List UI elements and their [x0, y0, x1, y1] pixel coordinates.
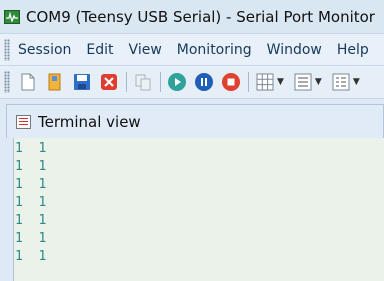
pause-icon[interactable] [194, 72, 214, 92]
menu-monitoring[interactable]: Monitoring [177, 42, 252, 58]
toolbar: ▼ ▼ ▼ [0, 65, 384, 99]
menu-window[interactable]: Window [267, 42, 322, 58]
start-icon[interactable] [167, 72, 187, 92]
layout-grid-icon[interactable] [255, 72, 275, 92]
copy-icon[interactable] [133, 72, 153, 92]
title-bar: COM9 (Teensy USB Serial) - Serial Port M… [0, 0, 384, 33]
terminal-line: 1 1 [15, 249, 47, 264]
toolbar-grip-icon[interactable] [4, 71, 10, 93]
view-dropdown-chevron-icon[interactable]: ▼ [315, 77, 322, 87]
menu-session[interactable]: Session [18, 42, 71, 58]
toolbar-separator [126, 72, 127, 92]
menu-view[interactable]: View [129, 42, 162, 58]
terminal-icon [16, 114, 31, 129]
close-session-icon[interactable] [99, 72, 119, 92]
terminal-output[interactable]: 1 1 1 1 1 1 1 1 1 1 1 1 1 1 [13, 138, 384, 281]
view-list-icon[interactable] [293, 72, 313, 92]
window-title: COM9 (Teensy USB Serial) - Serial Port M… [26, 7, 375, 26]
save-icon[interactable] [72, 72, 92, 92]
new-session-icon[interactable] [18, 72, 38, 92]
terminal-line: 1 1 [15, 177, 47, 192]
menu-grip-icon[interactable] [4, 39, 10, 61]
menu-bar: Session Edit View Monitoring Window Help [0, 33, 384, 66]
menu-edit[interactable]: Edit [86, 42, 113, 58]
terminal-line: 1 1 [15, 159, 47, 174]
stop-icon[interactable] [221, 72, 241, 92]
app-icon [4, 9, 20, 24]
terminal-line: 1 1 [15, 231, 47, 246]
options-dropdown-chevron-icon[interactable]: ▼ [353, 77, 360, 87]
open-icon[interactable] [45, 72, 65, 92]
toolbar-separator [248, 72, 249, 92]
terminal-line: 1 1 [15, 195, 47, 210]
terminal-line: 1 1 [15, 213, 47, 228]
toolbar-separator [160, 72, 161, 92]
terminal-line: 1 1 [15, 141, 47, 156]
terminal-view-header: Terminal view [6, 104, 384, 138]
panel-title: Terminal view [38, 112, 141, 131]
options-icon[interactable] [331, 72, 351, 92]
menu-help[interactable]: Help [337, 42, 369, 58]
layout-dropdown-chevron-icon[interactable]: ▼ [277, 77, 284, 87]
